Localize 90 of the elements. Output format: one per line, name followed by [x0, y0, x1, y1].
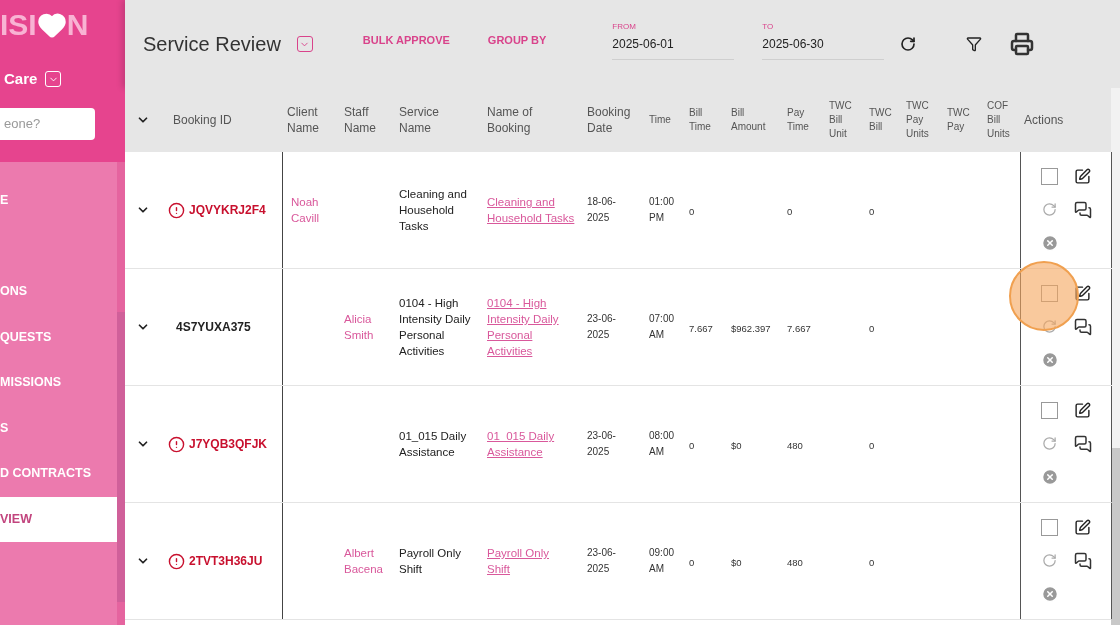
field-label: FROM — [612, 22, 637, 31]
row-checkbox[interactable] — [1041, 519, 1058, 537]
logo-text: ISI — [0, 10, 37, 40]
column-header[interactable]: Name of Booking — [483, 104, 545, 136]
service-name: 01_015 Daily Assistance — [399, 429, 468, 460]
column-header[interactable]: TWC Pay Units — [902, 99, 943, 141]
booking-date: 23-06-2025 — [587, 546, 617, 576]
booking-date: 18-06-2025 — [587, 195, 617, 225]
date-field[interactable]: FROM 2025-06-01 — [612, 22, 735, 60]
column-header[interactable]: Bill Amount — [727, 106, 783, 134]
cancel-icon[interactable] — [1040, 234, 1059, 253]
cancel-icon[interactable] — [1040, 585, 1059, 604]
row-checkbox[interactable] — [1041, 285, 1058, 303]
date-field[interactable]: TO 2025-06-30 — [762, 22, 885, 60]
table-cell: 0 — [869, 557, 875, 568]
table-cell: $0 — [731, 440, 742, 451]
row-checkbox[interactable] — [1041, 168, 1058, 186]
field-label: TO — [762, 22, 775, 31]
sidebar-item[interactable]: VIEW — [0, 496, 117, 542]
comments-icon[interactable] — [1073, 318, 1092, 336]
booking-date: 23-06-2025 — [587, 312, 617, 342]
toolbar-link[interactable]: BULK APPROVE — [362, 31, 450, 49]
booking-date: 23-06-2025 — [587, 429, 617, 459]
booking-link[interactable]: Cleaning and Household Tasks — [487, 194, 575, 226]
column-header[interactable]: Booking ID — [160, 112, 283, 128]
comments-icon[interactable] — [1073, 435, 1092, 453]
booking-link[interactable]: Payroll Only Shift — [487, 545, 575, 577]
booking-id: J7YQB3QFJK — [189, 436, 268, 453]
cancel-icon[interactable] — [1040, 351, 1059, 370]
column-header[interactable]: Bill Time — [685, 106, 727, 134]
column-header[interactable]: Actions — [1020, 112, 1112, 128]
print-icon[interactable] — [1010, 32, 1035, 56]
edit-icon[interactable] — [1074, 402, 1091, 420]
table-cell: 7.667 — [689, 323, 713, 334]
column-header[interactable]: Pay Time — [783, 106, 825, 134]
date-input[interactable]: 2025-06-30 — [762, 34, 885, 53]
booking-time: 09:00 AM — [649, 546, 676, 576]
comments-icon[interactable] — [1073, 201, 1092, 219]
column-header[interactable]: TWC Pay — [943, 106, 983, 134]
filter-icon[interactable] — [966, 36, 983, 52]
booking-id: JQVYKRJ2F4 — [189, 202, 266, 219]
table-cell: 0 — [869, 440, 875, 451]
refresh-icon[interactable] — [900, 36, 917, 52]
table-cell: 0 — [869, 206, 875, 217]
edit-icon[interactable] — [1074, 285, 1091, 303]
cancel-icon[interactable] — [1040, 468, 1059, 487]
table-cell: 480 — [787, 440, 803, 451]
column-header[interactable]: TWC Bill Unit — [825, 99, 865, 141]
table-cell: 480 — [787, 557, 803, 568]
organisation-name: Care — [4, 69, 38, 89]
staff-name: Albert Bacena — [344, 546, 384, 577]
table-cell: $0 — [731, 557, 742, 568]
search-field[interactable]: eone? — [0, 107, 95, 140]
column-header[interactable]: Time — [645, 113, 685, 127]
column-header[interactable]: Staff Name — [340, 104, 395, 136]
table-cell: 0 — [689, 206, 695, 217]
edit-icon[interactable] — [1074, 168, 1091, 186]
booking-link[interactable]: 0104 - High Intensity Daily Personal Activities — [487, 295, 575, 359]
column-header[interactable]: COF Bill Units — [983, 99, 1020, 141]
booking-link[interactable]: 01_015 Daily Assistance — [487, 428, 575, 460]
edit-icon[interactable] — [1074, 519, 1091, 537]
table-cell: 7.667 — [787, 323, 811, 334]
client-name: Noah Cavill — [291, 195, 321, 226]
column-header[interactable]: Service Name — [395, 104, 457, 136]
table-cell: 0 — [689, 440, 695, 451]
date-input[interactable]: 2025-06-01 — [612, 34, 735, 53]
dropdown-icon[interactable] — [296, 36, 313, 52]
booking-time: 01:00 PM — [649, 195, 676, 225]
column-header[interactable]: Booking Date — [583, 104, 645, 136]
table-cell: 0 — [869, 323, 875, 334]
logo-text: N — [66, 10, 89, 40]
sidebar-scrollbar[interactable] — [117, 162, 125, 625]
service-name: Cleaning and Household Tasks — [399, 187, 468, 234]
table-cell: 0 — [689, 557, 695, 568]
column-header[interactable]: TWC Bill — [865, 106, 902, 134]
booking-time: 07:00 AM — [649, 312, 676, 342]
booking-time: 08:00 AM — [649, 429, 676, 459]
page-title: Service Review — [143, 32, 281, 57]
service-name: 0104 - High Intensity Daily Personal Activities — [399, 296, 472, 359]
row-checkbox[interactable] — [1041, 402, 1058, 420]
booking-id: 2TVT3H36JU — [189, 553, 263, 570]
booking-id: 4S7YUXA375 — [176, 319, 251, 336]
staff-name: Alicia Smith — [344, 312, 375, 343]
service-name: Payroll Only Shift — [399, 546, 462, 577]
table-cell: 0 — [787, 206, 793, 217]
column-header[interactable]: Client Name — [283, 104, 340, 136]
comments-icon[interactable] — [1073, 552, 1092, 570]
table-cell: $962.397 — [731, 323, 771, 334]
table-scrollbar[interactable] — [1111, 88, 1120, 625]
toolbar-link[interactable]: GROUP BY — [487, 31, 547, 49]
